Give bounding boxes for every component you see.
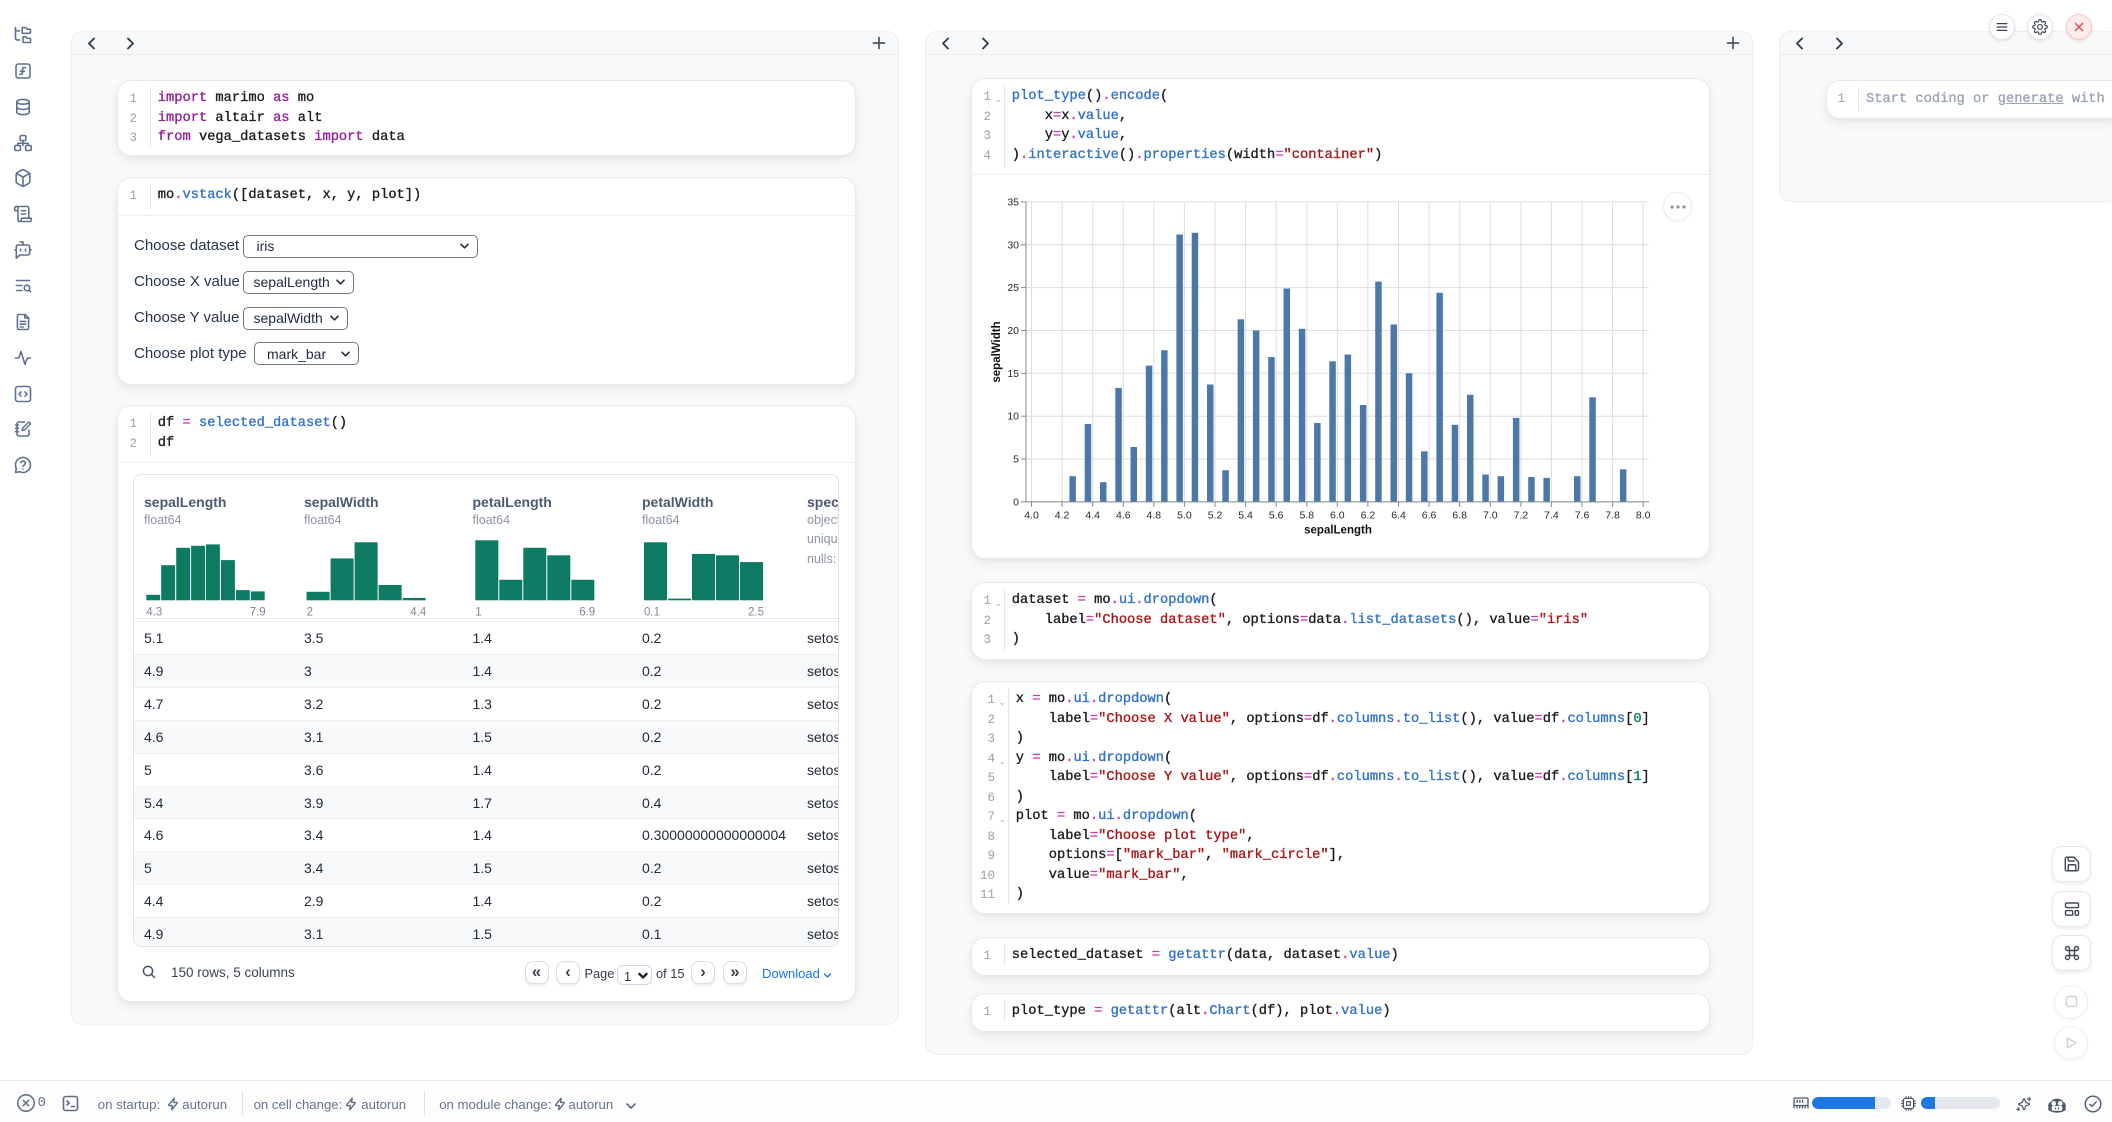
svg-text:0.1: 0.1 xyxy=(644,607,660,619)
svg-text:0: 0 xyxy=(1013,496,1019,508)
svg-text:35: 35 xyxy=(1007,196,1019,208)
svg-text:7.0: 7.0 xyxy=(1483,509,1498,521)
svg-text:sepalLength: sepalLength xyxy=(1304,525,1372,537)
svg-text:sepalWidth: sepalWidth xyxy=(991,321,1003,382)
svg-text:7.8: 7.8 xyxy=(1605,509,1620,521)
svg-text:4.2: 4.2 xyxy=(1055,509,1070,521)
svg-text:6.6: 6.6 xyxy=(1422,509,1437,521)
svg-text:4.3: 4.3 xyxy=(146,607,162,619)
svg-text:25: 25 xyxy=(1007,282,1019,294)
svg-text:5.4: 5.4 xyxy=(1238,509,1253,521)
svg-text:6.9: 6.9 xyxy=(579,607,595,619)
svg-text:6.2: 6.2 xyxy=(1361,509,1376,521)
svg-text:8.0: 8.0 xyxy=(1636,509,1651,521)
svg-text:7.9: 7.9 xyxy=(250,607,266,619)
svg-text:7.2: 7.2 xyxy=(1514,509,1529,521)
svg-text:4.4: 4.4 xyxy=(410,607,427,619)
svg-text:4.0: 4.0 xyxy=(1024,509,1039,521)
svg-text:4.4: 4.4 xyxy=(1085,509,1100,521)
svg-text:4.6: 4.6 xyxy=(1116,509,1131,521)
svg-text:5.2: 5.2 xyxy=(1208,509,1223,521)
svg-text:5.6: 5.6 xyxy=(1269,509,1284,521)
svg-text:6.8: 6.8 xyxy=(1452,509,1467,521)
svg-text:7.6: 7.6 xyxy=(1575,509,1590,521)
svg-text:15: 15 xyxy=(1007,368,1019,380)
svg-text:6.0: 6.0 xyxy=(1330,509,1345,521)
svg-text:5: 5 xyxy=(1013,454,1019,466)
svg-text:2.5: 2.5 xyxy=(748,607,764,619)
svg-text:7.4: 7.4 xyxy=(1544,509,1559,521)
svg-text:10: 10 xyxy=(1007,411,1019,423)
svg-text:5.0: 5.0 xyxy=(1177,509,1192,521)
svg-text:2: 2 xyxy=(307,607,313,619)
svg-text:5.8: 5.8 xyxy=(1299,509,1314,521)
svg-text:20: 20 xyxy=(1007,325,1019,337)
svg-text:1: 1 xyxy=(475,607,481,619)
svg-text:30: 30 xyxy=(1007,239,1019,251)
svg-text:4.8: 4.8 xyxy=(1146,509,1161,521)
svg-text:6.4: 6.4 xyxy=(1391,509,1406,521)
